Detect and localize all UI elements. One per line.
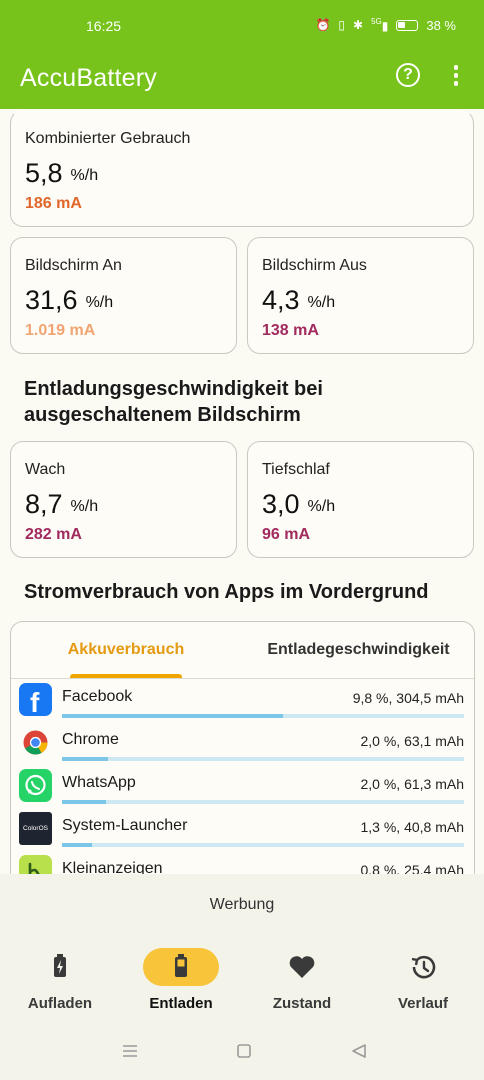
svg-text:f: f bbox=[30, 687, 40, 716]
nav-discharge[interactable]: Entladen bbox=[121, 948, 241, 1012]
usage-bar-fill bbox=[62, 800, 107, 804]
discharge-section-title: Entladungsgeschwindigkeit bei ausgeschal… bbox=[24, 378, 323, 426]
screen-off-card: Bildschirm Aus 4,3 %/h 138 mA bbox=[247, 237, 474, 354]
ad-label: Werbung bbox=[209, 896, 275, 913]
screen-off-value: 4,3 %/h bbox=[262, 285, 336, 315]
app-name: System-Launcher bbox=[62, 817, 188, 834]
screen-on-value: 31,6 %/h bbox=[25, 285, 114, 315]
app-bar: AccuBattery ? bbox=[0, 54, 484, 109]
usage-bar-fill bbox=[62, 757, 109, 761]
app-name: Chrome bbox=[62, 731, 119, 748]
deepsleep-ma: 96 mA bbox=[262, 526, 311, 543]
combined-usage-value: 5,8 %/h bbox=[25, 158, 99, 188]
nav-charge-label: Aufladen bbox=[27, 995, 93, 1012]
recents-icon[interactable] bbox=[121, 1044, 139, 1058]
usage-bar bbox=[62, 757, 464, 761]
battery-discharge-icon bbox=[175, 954, 187, 977]
deepsleep-label: Tiefschlaf bbox=[262, 461, 330, 478]
app-value: 2,0 %, 63,1 mAh bbox=[360, 733, 464, 749]
nav-health[interactable]: Zustand bbox=[242, 948, 362, 1012]
screen-off-ma: 138 mA bbox=[262, 322, 319, 339]
screen-on-label: Bildschirm An bbox=[25, 257, 122, 274]
awake-card: Wach 8,7 %/h 282 mA bbox=[10, 441, 237, 558]
more-options-icon[interactable] bbox=[452, 65, 460, 87]
battery-charging-icon bbox=[54, 954, 66, 977]
app-value: 1,3 %, 40,8 mAh bbox=[360, 819, 464, 835]
app-value: 2,0 %, 61,3 mAh bbox=[360, 776, 464, 792]
history-icon bbox=[411, 955, 436, 979]
nav-health-label: Zustand bbox=[272, 995, 332, 1012]
app-title: AccuBattery bbox=[20, 64, 157, 92]
tab-divider bbox=[11, 678, 474, 679]
bluetooth-icon: ✱ bbox=[353, 18, 364, 32]
back-icon[interactable] bbox=[351, 1044, 367, 1060]
app-name: WhatsApp bbox=[62, 774, 136, 791]
screen-off-label: Bildschirm Aus bbox=[262, 257, 367, 274]
awake-ma: 282 mA bbox=[25, 526, 82, 543]
usage-bar-fill bbox=[62, 843, 93, 847]
usage-bar bbox=[62, 800, 464, 804]
nav-discharge-label: Entladen bbox=[149, 995, 213, 1012]
nav-history-label: Verlauf bbox=[397, 995, 449, 1012]
status-bar: 16:25 ⏰ ▯ ✱ 5G▮ 38 % bbox=[0, 0, 484, 54]
battery-icon bbox=[396, 19, 419, 31]
tab-discharge-rate[interactable]: Entladegeschwindigkeit bbox=[256, 622, 461, 678]
chrome-icon bbox=[19, 726, 52, 759]
apps-section-title: Stromverbrauch von Apps im Vordergrund bbox=[24, 581, 429, 603]
signal-icon: 5G▮ bbox=[371, 17, 389, 33]
launcher-icon-text: ColorOS bbox=[23, 825, 48, 832]
home-icon[interactable] bbox=[236, 1044, 252, 1060]
list-item[interactable]: f Facebook 9,8 %, 304,5 mAh bbox=[11, 682, 474, 725]
nav-charge[interactable]: Aufladen bbox=[0, 948, 120, 1012]
screen-on-card: Bildschirm An 31,6 %/h 1.019 mA bbox=[10, 237, 237, 354]
awake-value: 8,7 %/h bbox=[25, 489, 99, 519]
system-launcher-icon: ColorOS bbox=[19, 812, 52, 845]
deepsleep-value: 3,0 %/h bbox=[262, 489, 336, 519]
vibrate-icon: ▯ bbox=[338, 18, 346, 32]
facebook-icon: f bbox=[19, 683, 52, 718]
top-bar: 16:25 ⏰ ▯ ✱ 5G▮ 38 % AccuBattery ? bbox=[0, 0, 484, 109]
alarm-icon: ⏰ bbox=[315, 18, 331, 32]
whatsapp-icon bbox=[19, 769, 52, 802]
heart-icon bbox=[289, 956, 315, 978]
combined-usage-ma: 186 mA bbox=[25, 195, 82, 212]
awake-label: Wach bbox=[25, 461, 66, 478]
screen-on-ma: 1.019 mA bbox=[25, 322, 96, 339]
list-item[interactable]: ColorOS System-Launcher 1,3 %, 40,8 mAh bbox=[11, 811, 474, 854]
status-time: 16:25 bbox=[86, 18, 122, 34]
nav-history[interactable]: Verlauf bbox=[363, 948, 483, 1012]
help-icon[interactable]: ? bbox=[396, 63, 420, 87]
bottom-area: Werbung Aufladen Entladen Zustand Verlau… bbox=[0, 874, 484, 1080]
deepsleep-card: Tiefschlaf 3,0 %/h 96 mA bbox=[247, 441, 474, 558]
tab-battery-usage[interactable]: Akkuverbrauch bbox=[51, 622, 201, 678]
combined-usage-label: Kombinierter Gebrauch bbox=[25, 130, 191, 147]
app-value: 9,8 %, 304,5 mAh bbox=[352, 690, 464, 706]
app-name: Facebook bbox=[62, 688, 133, 705]
combined-usage-card: Kombinierter Gebrauch 5,8 %/h 186 mA bbox=[10, 110, 474, 227]
list-item[interactable]: Chrome 2,0 %, 63,1 mAh bbox=[11, 725, 474, 768]
usage-bar-fill bbox=[62, 714, 284, 718]
usage-bar bbox=[62, 843, 464, 847]
status-icons: ⏰ ▯ ✱ 5G▮ 38 % bbox=[315, 17, 456, 33]
list-item[interactable]: WhatsApp 2,0 %, 61,3 mAh bbox=[11, 768, 474, 811]
battery-percent: 38 % bbox=[426, 17, 456, 33]
usage-bar bbox=[62, 714, 464, 718]
